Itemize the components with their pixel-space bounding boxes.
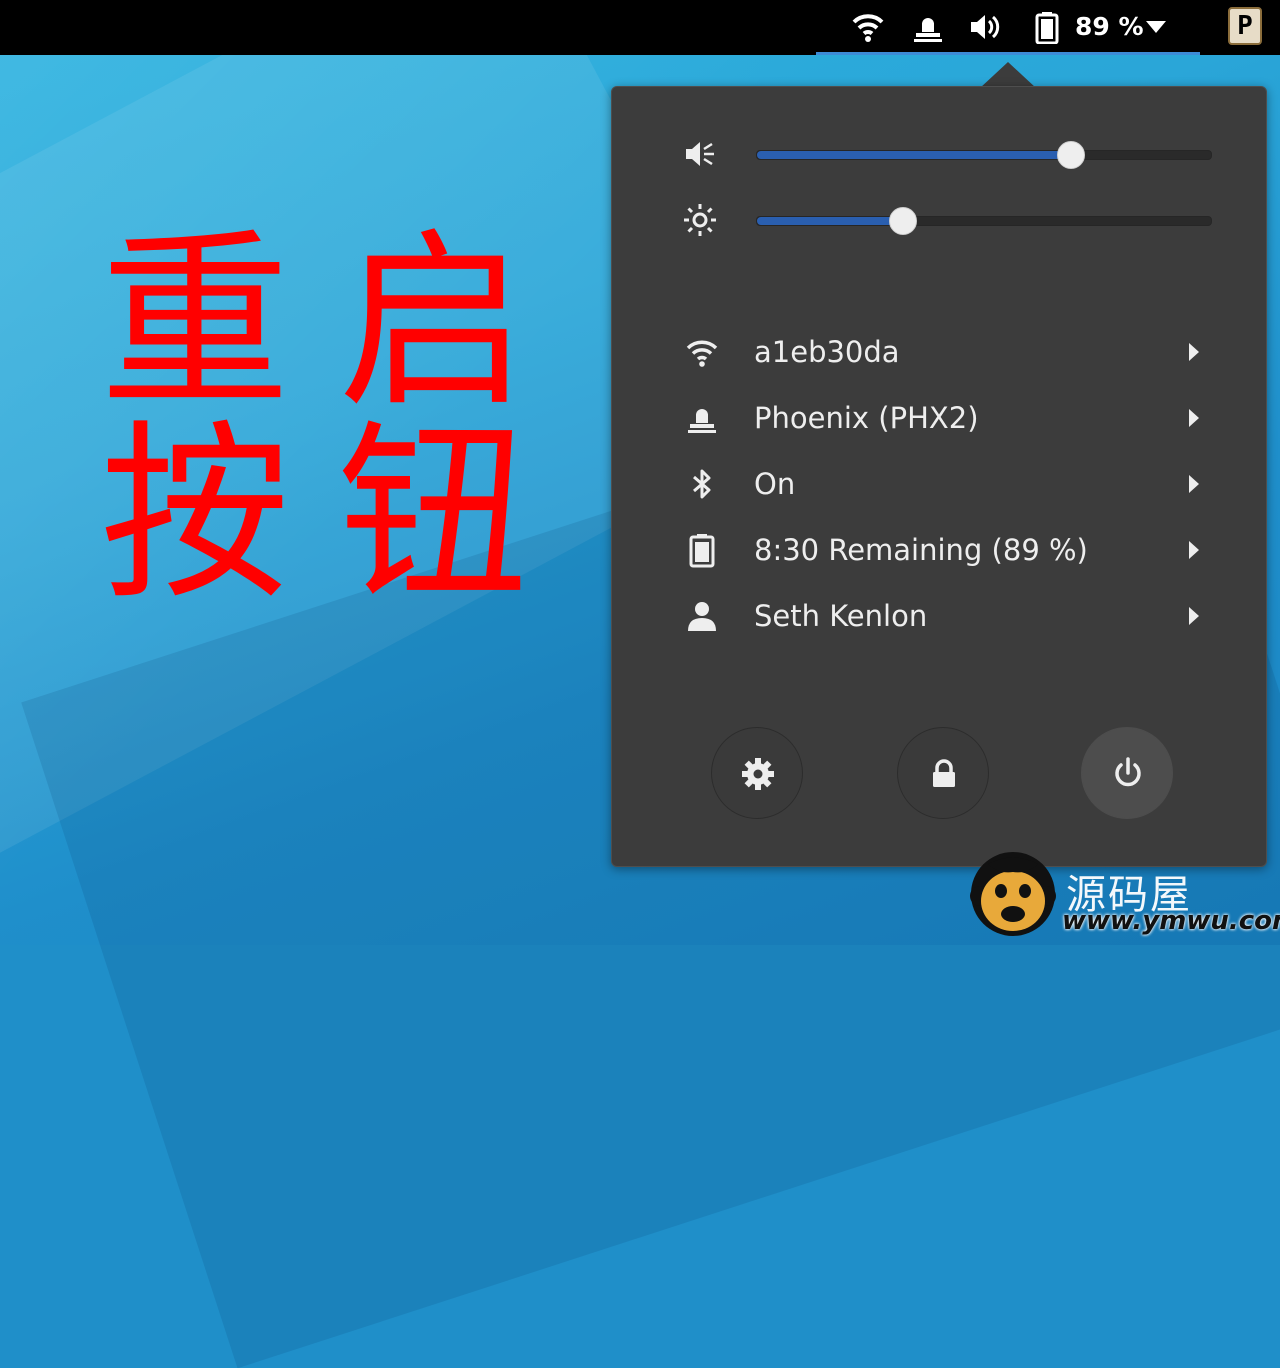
watermark-logo	[968, 846, 1058, 941]
menu-item-wifi[interactable]: a1eb30da	[612, 324, 1268, 380]
menu-item-label: Phoenix (PHX2)	[754, 401, 979, 435]
menu-item-battery[interactable]: 8:30 Remaining (89 %)	[612, 522, 1268, 578]
chevron-right-icon	[1186, 472, 1202, 496]
brightness-slider[interactable]	[756, 207, 1212, 235]
top-bar: 89 % P	[0, 0, 1280, 55]
volume-slider-row	[612, 134, 1268, 174]
overlay-char: 重	[100, 212, 291, 433]
overlay-char: 启	[338, 212, 529, 433]
user-icon	[684, 598, 720, 634]
power-icon	[1115, 757, 1141, 787]
volume-icon	[682, 136, 718, 172]
volume-slider-handle[interactable]	[1057, 141, 1086, 169]
settings-button[interactable]	[711, 727, 803, 819]
wifi-icon	[684, 334, 720, 370]
brightness-slider-handle[interactable]	[889, 207, 918, 235]
bluetooth-icon	[684, 466, 720, 502]
overlay-char: 按	[100, 404, 291, 625]
brightness-slider-fill	[757, 217, 903, 225]
app-indicator-icon[interactable]: P	[1228, 7, 1262, 45]
menu-item-user[interactable]: Seth Kenlon	[612, 588, 1268, 644]
menu-item-vpn[interactable]: Phoenix (PHX2)	[612, 390, 1268, 446]
vpn-icon	[684, 400, 720, 436]
menu-item-label: 8:30 Remaining (89 %)	[754, 533, 1088, 567]
battery-percentage: 89 %	[1075, 12, 1144, 41]
menu-item-label: Seth Kenlon	[754, 599, 928, 633]
brightness-icon	[682, 202, 718, 238]
menu-item-bluetooth[interactable]: On	[612, 456, 1268, 512]
battery-icon	[684, 532, 720, 568]
chevron-right-icon	[1186, 538, 1202, 562]
caret-down-icon	[1145, 18, 1167, 36]
power-button[interactable]	[1081, 727, 1173, 819]
volume-icon	[968, 10, 1002, 44]
brightness-slider-row	[612, 200, 1268, 240]
settings-icon	[742, 758, 774, 790]
system-menu: a1eb30da Phoenix (PHX2) On 8:30 Remainin…	[611, 86, 1267, 867]
menu-item-label: a1eb30da	[754, 335, 900, 369]
wifi-icon	[851, 10, 885, 44]
overlay-char: 钮	[338, 404, 529, 625]
lock-icon	[933, 759, 955, 787]
watermark-url: www.ymwu.com	[1062, 906, 1280, 936]
chevron-right-icon	[1186, 340, 1202, 364]
volume-slider-fill	[757, 151, 1071, 159]
lock-button[interactable]	[897, 727, 989, 819]
chevron-right-icon	[1186, 406, 1202, 430]
chevron-right-icon	[1186, 604, 1202, 628]
battery-icon	[1030, 10, 1064, 45]
volume-slider[interactable]	[756, 141, 1212, 169]
menu-item-label: On	[754, 467, 796, 501]
vpn-icon	[911, 10, 945, 44]
popover-arrow	[980, 62, 1036, 88]
